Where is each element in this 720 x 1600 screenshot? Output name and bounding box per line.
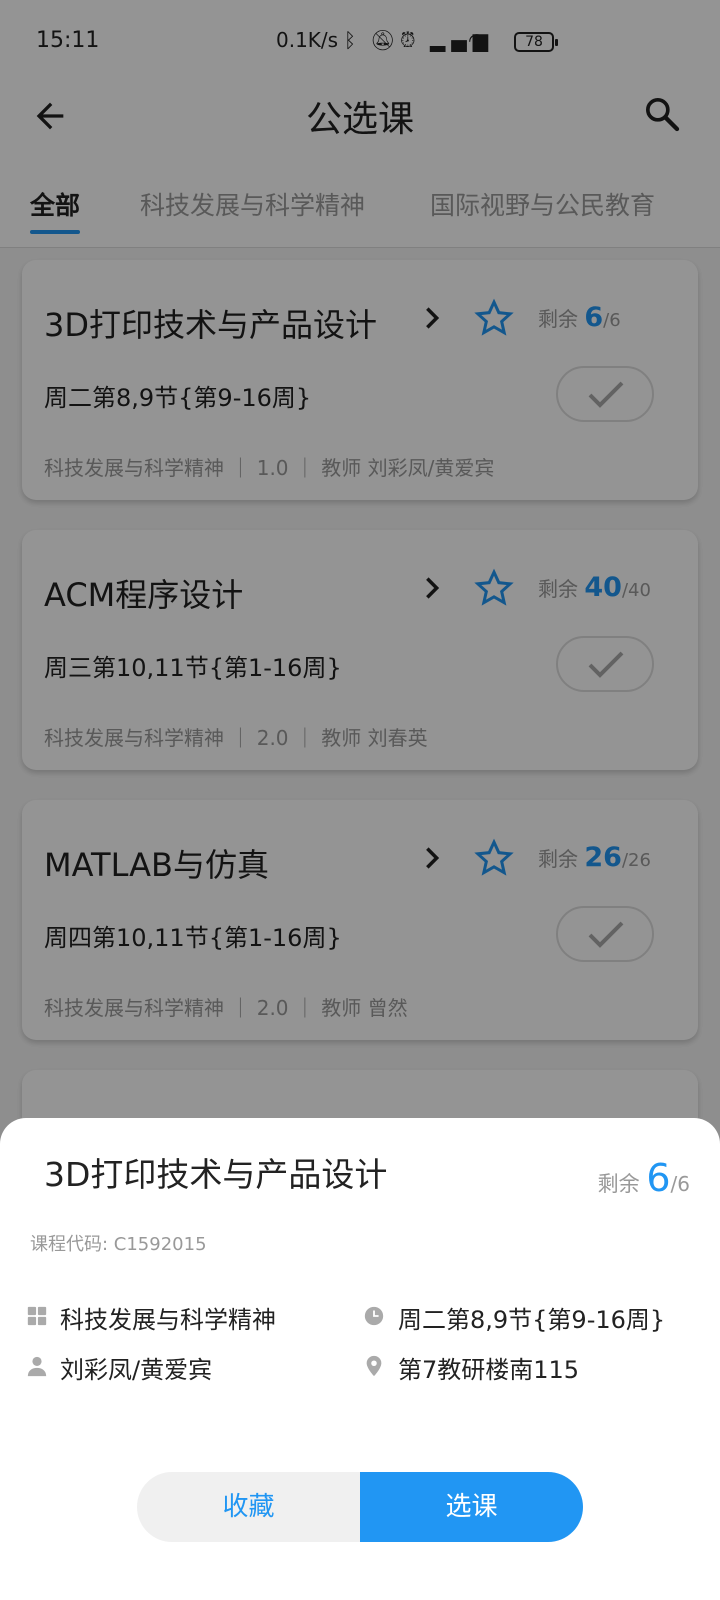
sheet-location: 第7教研楼南115 [398, 1356, 580, 1384]
sheet-schedule: 周二第8,9节{第9-16周} [398, 1306, 666, 1334]
clock-icon [364, 1306, 384, 1326]
person-icon [27, 1356, 47, 1377]
course-code: 课程代码: C1592015 [30, 1234, 207, 1255]
sheet-teacher: 刘彩凤/黄爱宾 [60, 1356, 213, 1384]
course-detail-sheet: 3D打印技术与产品设计 剩余 6/6 课程代码: C1592015 科技发展与科… [0, 1118, 720, 1600]
sheet-actions: 收藏 选课 [137, 1472, 583, 1542]
favorite-button[interactable]: 收藏 [137, 1472, 360, 1542]
sheet-seats-total: /6 [670, 1172, 690, 1196]
sheet-seats-remaining-count: 6 [646, 1156, 671, 1200]
sheet-seats-remaining: 剩余 6/6 [597, 1156, 690, 1200]
sheet-course-title: 3D打印技术与产品设计 [44, 1155, 388, 1194]
sheet-category: 科技发展与科学精神 [60, 1306, 276, 1334]
select-course-button[interactable]: 选课 [360, 1472, 583, 1542]
location-pin-icon [366, 1355, 382, 1377]
category-grid-icon [27, 1306, 47, 1326]
